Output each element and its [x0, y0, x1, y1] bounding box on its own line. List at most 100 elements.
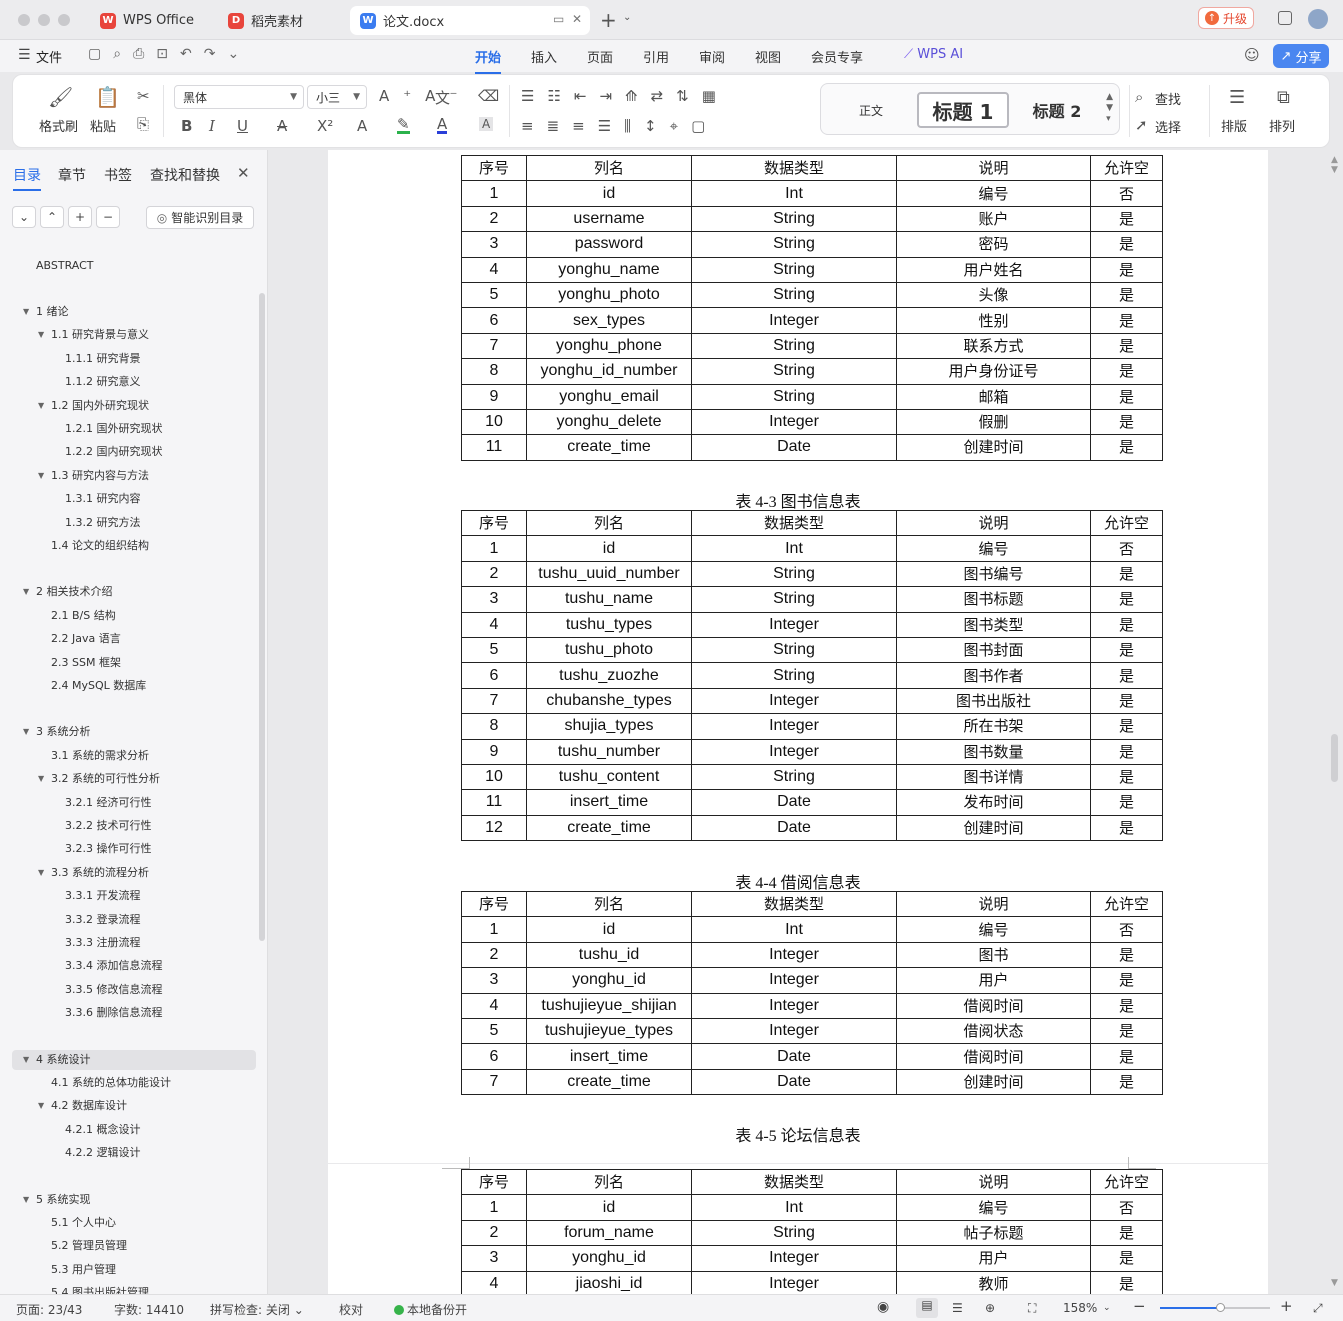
close-window-button[interactable]: [18, 14, 30, 26]
page-view-icon[interactable]: ▤: [916, 1298, 938, 1318]
chevron-down-icon[interactable]: ⌄: [623, 12, 631, 23]
tab-review[interactable]: 审阅: [699, 47, 725, 66]
page-indicator[interactable]: 页面: 23/43: [16, 1301, 82, 1318]
upgrade-button[interactable]: ↑ 升级: [1198, 7, 1255, 29]
tab-bookmarks[interactable]: 书签: [104, 165, 132, 185]
disclosure-triangle-icon[interactable]: ▼: [23, 1190, 29, 1210]
toc-item[interactable]: 2.3 SSM 框架: [51, 653, 121, 673]
toc-item[interactable]: 3.2.3 操作可行性: [65, 839, 152, 859]
tab-sections[interactable]: 章节: [58, 165, 86, 185]
disclosure-triangle-icon[interactable]: ▼: [38, 1096, 44, 1116]
avatar[interactable]: [1308, 9, 1328, 29]
find-button[interactable]: 查找: [1155, 89, 1181, 108]
toc-item[interactable]: ▼ 4 系统设计: [23, 1050, 91, 1070]
tab-page[interactable]: 页面: [587, 47, 613, 66]
style-normal[interactable]: 正文: [827, 92, 915, 128]
toc-item[interactable]: ▼ 1.1 研究背景与意义: [38, 325, 149, 345]
outline-view-icon[interactable]: ☰: [952, 1301, 963, 1315]
close-tab-icon[interactable]: ✕: [572, 12, 582, 26]
style-heading-1[interactable]: 标题 1: [917, 92, 1009, 128]
phonetic-guide-icon[interactable]: 文: [435, 87, 450, 108]
web-view-icon[interactable]: ⊕: [985, 1301, 995, 1315]
tab-insert[interactable]: 插入: [531, 47, 557, 66]
toc-item[interactable]: 1.3.1 研究内容: [65, 489, 141, 509]
style-heading-2[interactable]: 标题 2: [1013, 92, 1101, 128]
disclosure-triangle-icon[interactable]: ▼: [23, 1050, 29, 1070]
backup-status[interactable]: 本地备份开: [394, 1301, 467, 1318]
proofread-button[interactable]: 校对: [339, 1301, 363, 1318]
toc-item[interactable]: 3.3.6 删除信息流程: [65, 1003, 163, 1023]
paragraph-align-icons[interactable]: ≡≣≡☰⫼↕⌖▢: [521, 117, 718, 135]
toc-item[interactable]: 5.2 管理员管理: [51, 1236, 127, 1256]
underline-icon[interactable]: U: [237, 117, 248, 135]
char-shading-icon[interactable]: A: [479, 117, 494, 131]
toc-item[interactable]: ABSTRACT: [36, 256, 94, 276]
zoom-slider-knob[interactable]: [1215, 1303, 1225, 1312]
window-mode-icon[interactable]: [1278, 11, 1292, 25]
collapse-all-button[interactable]: ⌄: [12, 206, 36, 228]
toc-item[interactable]: 2.1 B/S 结构: [51, 606, 116, 626]
toc-item[interactable]: ▼ 1.3 研究内容与方法: [38, 466, 149, 486]
fit-page-icon[interactable]: ⛶: [1028, 1301, 1036, 1316]
clear-format-icon[interactable]: ⌫: [478, 87, 499, 105]
toc-item[interactable]: 2.2 Java 语言: [51, 629, 121, 649]
text-effect-icon[interactable]: A: [357, 117, 367, 135]
wps-ai-tab[interactable]: ⟋ WPS AI: [904, 47, 963, 62]
toc-item[interactable]: 3.3.2 登录流程: [65, 910, 141, 930]
toc-item[interactable]: 5.3 用户管理: [51, 1260, 116, 1280]
tab-home[interactable]: 开始: [475, 47, 502, 74]
toc-item[interactable]: ▼ 5 系统实现: [23, 1190, 91, 1210]
font-size-select[interactable]: 小三 ▼: [307, 85, 367, 109]
italic-icon[interactable]: I: [209, 117, 215, 135]
zoom-slider[interactable]: [1160, 1303, 1270, 1312]
disclosure-triangle-icon[interactable]: ▼: [38, 769, 44, 789]
tab-view[interactable]: 视图: [755, 47, 781, 66]
toc-item[interactable]: ▼ 3 系统分析: [23, 722, 91, 742]
arrange-button[interactable]: 排列: [1269, 116, 1295, 135]
disclosure-triangle-icon[interactable]: ▼: [38, 396, 44, 416]
file-menu[interactable]: 文件: [36, 47, 62, 66]
font-name-select[interactable]: 黑体 ▼: [174, 85, 304, 109]
zoom-level[interactable]: 158%: [1063, 1301, 1097, 1315]
toc-item[interactable]: 3.2.1 经济可行性: [65, 793, 152, 813]
toc-item[interactable]: 1.1.2 研究意义: [65, 372, 141, 392]
toc-item[interactable]: 3.3.3 注册流程: [65, 933, 141, 953]
smart-toc-button[interactable]: ◎ 智能识别目录: [146, 206, 254, 229]
close-icon[interactable]: ✕: [237, 164, 250, 182]
tab-toc[interactable]: 目录: [13, 165, 41, 191]
eye-icon[interactable]: ◉: [877, 1299, 889, 1315]
new-tab-icon[interactable]: +: [600, 8, 617, 32]
strikethrough-icon[interactable]: A: [277, 117, 287, 135]
toc-item[interactable]: 1.2.1 国外研究现状: [65, 419, 163, 439]
style-scroll-icon[interactable]: ▲ ▼ ▾: [1106, 92, 1113, 125]
toc-item[interactable]: 3.3.4 添加信息流程: [65, 956, 163, 976]
paste-icon[interactable]: 📋: [95, 85, 120, 109]
disclosure-triangle-icon[interactable]: ▼: [23, 722, 29, 742]
tab-member[interactable]: 会员专享: [811, 47, 863, 66]
font-color-icon[interactable]: A: [437, 117, 448, 134]
sidebar-scrollbar[interactable]: [259, 293, 265, 941]
toc-item[interactable]: 3.2.2 技术可行性: [65, 816, 152, 836]
bold-icon[interactable]: B: [181, 117, 192, 135]
scroll-down-icon[interactable]: ▼: [1331, 1278, 1338, 1288]
toc-item[interactable]: ▼ 1 绪论: [23, 302, 69, 322]
arrange-icon[interactable]: ⧉: [1277, 87, 1290, 108]
tab-find-replace[interactable]: 查找和替换: [150, 165, 220, 185]
toc-item[interactable]: 3.1 系统的需求分析: [51, 746, 149, 766]
toc-item[interactable]: 4.2.1 概念设计: [65, 1120, 141, 1140]
tab-references[interactable]: 引用: [643, 47, 669, 66]
tab-document[interactable]: W 论文.docx ▭ ✕: [350, 6, 590, 35]
remove-heading-button[interactable]: −: [96, 206, 120, 228]
toc-item[interactable]: ▼ 1.2 国内外研究现状: [38, 396, 149, 416]
toc-item[interactable]: ▼ 3.3 系统的流程分析: [38, 863, 149, 883]
tab-docer-assets[interactable]: D 稻壳素材: [218, 6, 344, 35]
spell-check[interactable]: 拼写检查: 关闭 ⌄: [210, 1301, 304, 1318]
fullscreen-icon[interactable]: ⤢: [1313, 1301, 1323, 1316]
chat-icon[interactable]: ☺: [1244, 46, 1260, 64]
disclosure-triangle-icon[interactable]: ▼: [38, 466, 44, 486]
toc-item[interactable]: 2.4 MySQL 数据库: [51, 676, 146, 696]
font-grow-shrink-icons[interactable]: A⁺A⁻: [379, 87, 471, 105]
toc-item[interactable]: ▼ 4.2 数据库设计: [38, 1096, 127, 1116]
format-painter-icon[interactable]: 🖌: [48, 85, 73, 109]
minimize-window-button[interactable]: [38, 14, 50, 26]
